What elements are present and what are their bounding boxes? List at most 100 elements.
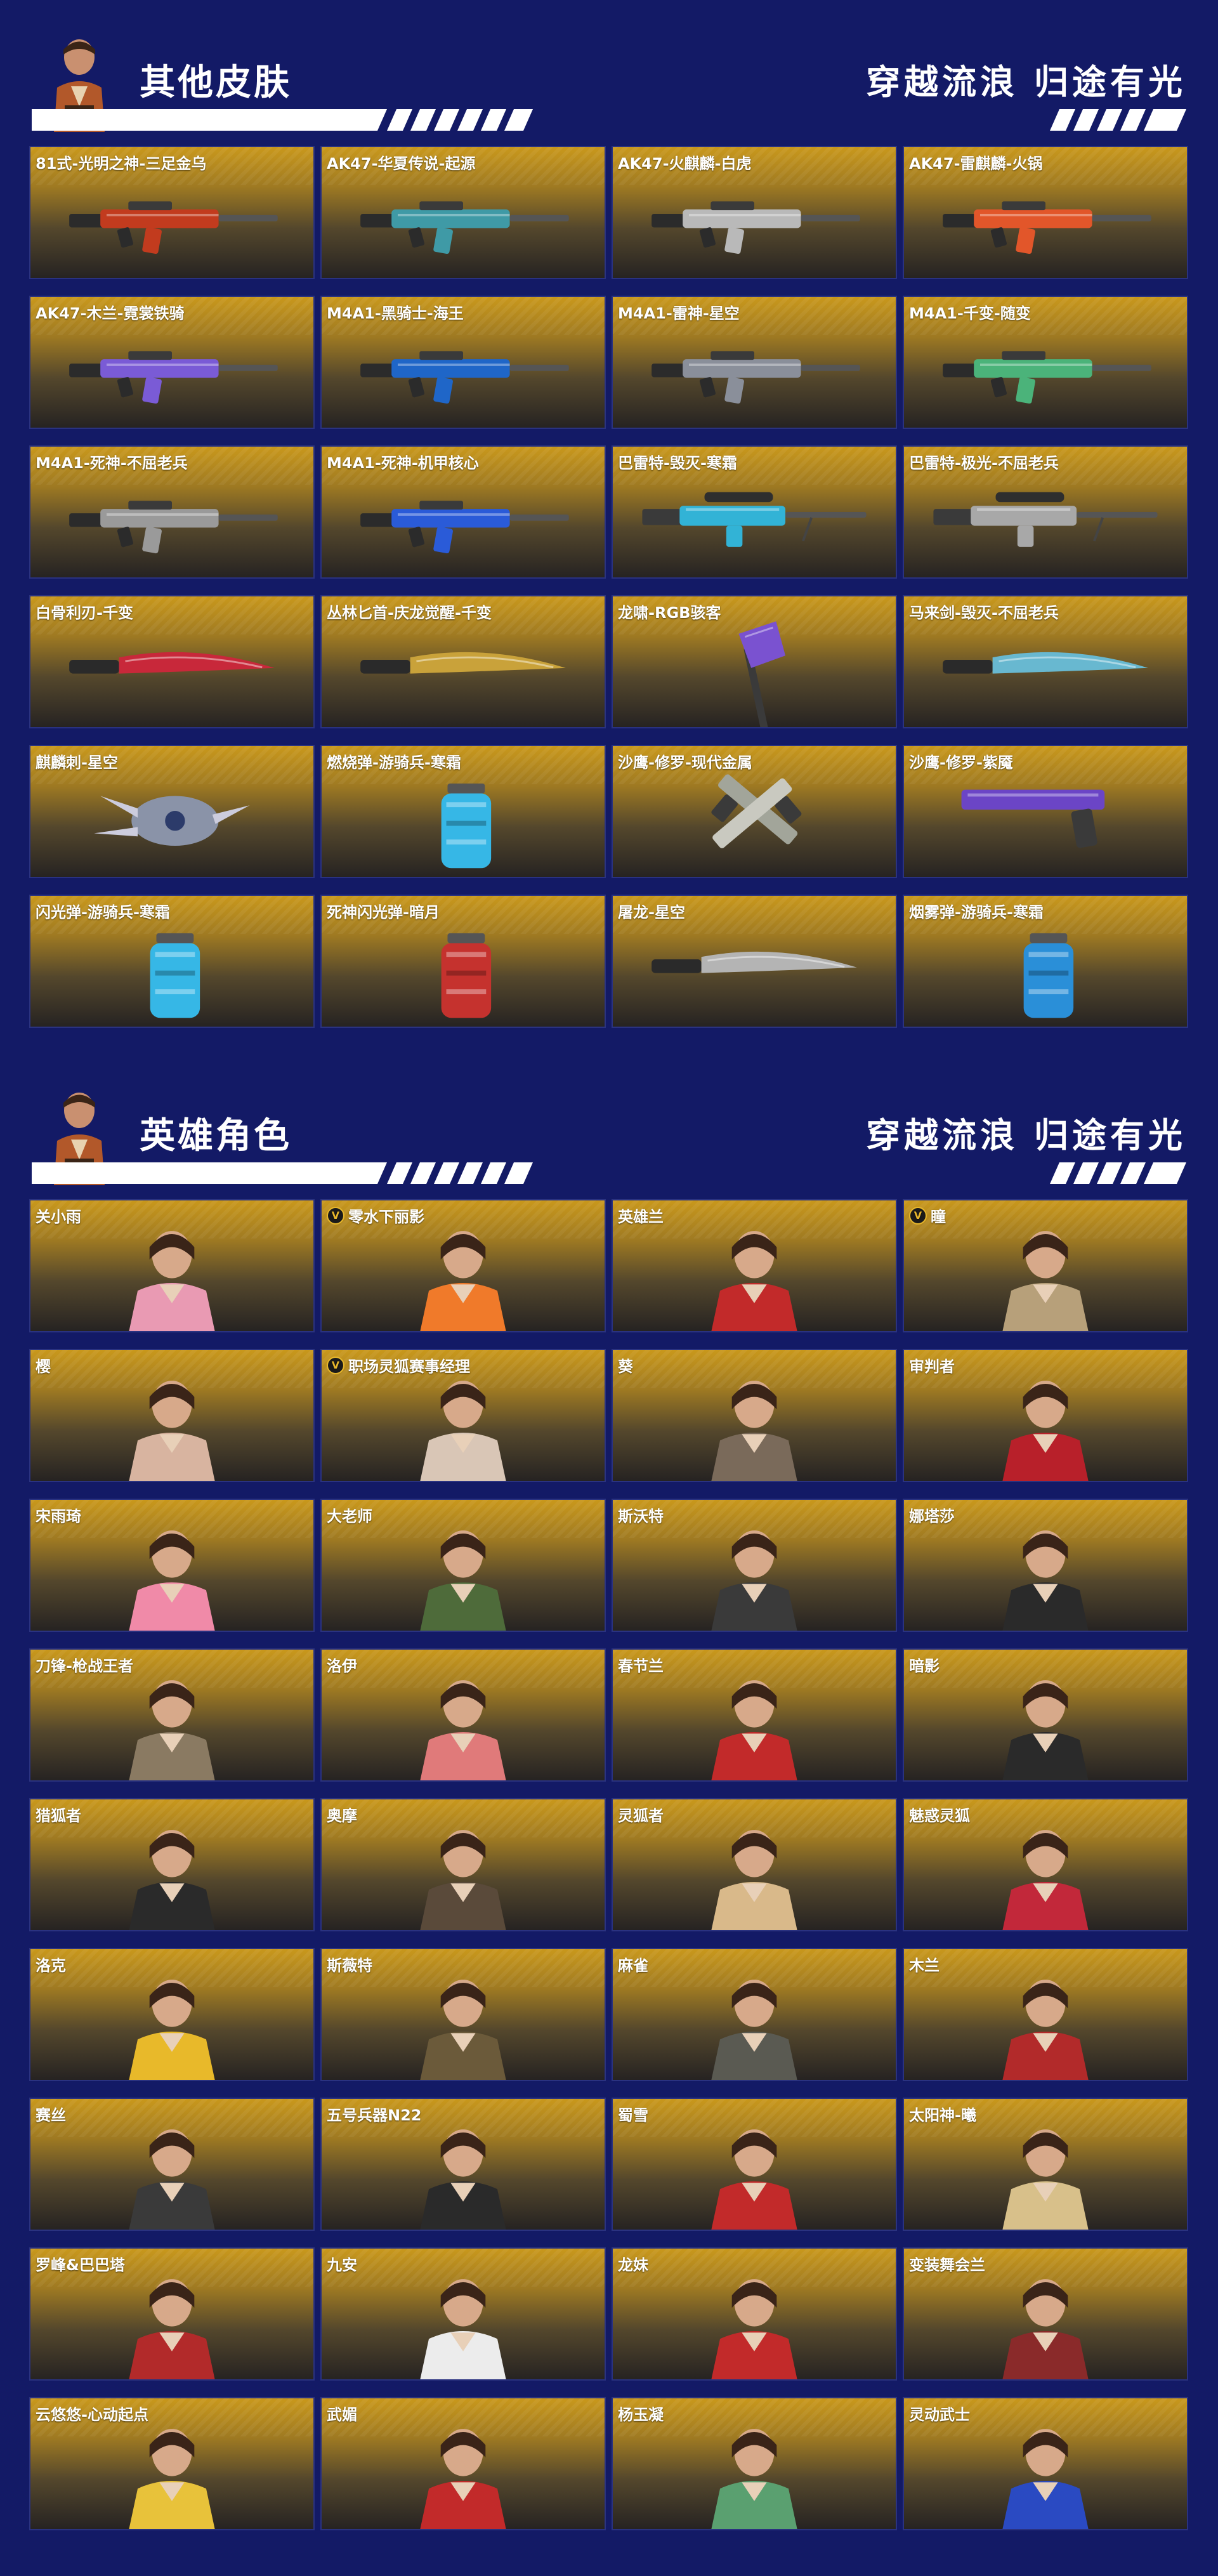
skin-card[interactable]: 麒麟刺-星空 <box>29 745 315 878</box>
skin-card[interactable]: 巴雷特-毁灭-寒霜 <box>612 445 897 579</box>
card-label-text: AK47-木兰-霓裳铁骑 <box>36 305 185 322</box>
card-label-text: AK47-火麒麟-白虎 <box>618 155 752 173</box>
character-art-character-icon <box>904 1650 1187 1780</box>
character-card[interactable]: 龙妹 <box>612 2247 897 2381</box>
character-card[interactable]: 灵动武士 <box>903 2397 1188 2530</box>
card-label-text: 沙鹰-修罗-现代金属 <box>618 754 752 772</box>
character-card[interactable]: 五号兵器N22 <box>320 2098 606 2231</box>
title-underbar <box>32 109 533 131</box>
card-label-text: 变装舞会兰 <box>909 2256 985 2274</box>
character-card[interactable]: 刀锋-枪战王者 <box>29 1648 315 1782</box>
character-card[interactable]: V 零水下丽影 <box>320 1199 606 1332</box>
character-art-character-icon <box>322 2398 605 2529</box>
card-label-text: 九安 <box>327 2256 357 2274</box>
character-card[interactable]: 暗影 <box>903 1648 1188 1782</box>
skin-card[interactable]: 屠龙-星空 <box>612 895 897 1028</box>
character-card[interactable]: 洛伊 <box>320 1648 606 1782</box>
card-label-text: 云悠悠-心动起点 <box>36 2406 148 2424</box>
character-card[interactable]: 斯薇特 <box>320 1948 606 2081</box>
character-card[interactable]: 葵 <box>612 1349 897 1482</box>
character-card[interactable]: 云悠悠-心动起点 <box>29 2397 315 2530</box>
skin-card[interactable]: AK47-华夏传说-起源 <box>320 146 606 279</box>
card-label: 武媚 <box>327 2402 357 2424</box>
skin-card[interactable]: AK47-雷麒麟-火锅 <box>903 146 1188 279</box>
skin-card[interactable]: M4A1-千变-随变 <box>903 296 1188 429</box>
section-header: 英雄角色 穿越流浪 归途有光 <box>0 1053 1218 1185</box>
character-card[interactable]: 武媚 <box>320 2397 606 2530</box>
card-label: 宋雨琦 <box>36 1504 81 1526</box>
skin-card[interactable]: M4A1-雷神-星空 <box>612 296 897 429</box>
card-label: 闪光弹-游骑兵-寒霜 <box>36 900 170 922</box>
skin-card[interactable]: 巴雷特-极光-不屈老兵 <box>903 445 1188 579</box>
skin-card[interactable]: 马来剑-毁灭-不屈老兵 <box>903 595 1188 728</box>
character-card[interactable]: 樱 <box>29 1349 315 1482</box>
skin-card[interactable]: AK47-火麒麟-白虎 <box>612 146 897 279</box>
card-label-text: 娜塔莎 <box>909 1508 955 1525</box>
card-label: 英雄兰 <box>618 1204 664 1226</box>
character-card[interactable]: 关小雨 <box>29 1199 315 1332</box>
card-label-text: AK47-雷麒麟-火锅 <box>909 155 1043 173</box>
character-card[interactable]: 罗峰&巴巴塔 <box>29 2247 315 2381</box>
section-slogan: 穿越流浪 归途有光 <box>866 62 1186 102</box>
character-card[interactable]: 灵狐者 <box>612 1798 897 1931</box>
character-card[interactable]: 蜀雪 <box>612 2098 897 2231</box>
character-art-character-icon <box>613 2099 896 2230</box>
card-label: 蜀雪 <box>618 2103 648 2125</box>
skin-card[interactable]: 沙鹰-修罗-紫魇 <box>903 745 1188 878</box>
card-label-text: 闪光弹-游骑兵-寒霜 <box>36 904 170 921</box>
card-label-text: 五号兵器N22 <box>327 2106 422 2124</box>
character-art-character-icon <box>30 1350 313 1481</box>
skin-card[interactable]: 81式-光明之神-三足金乌 <box>29 146 315 279</box>
character-card[interactable]: 太阳神-曦 <box>903 2098 1188 2231</box>
card-label: AK47-火麒麟-白虎 <box>618 151 752 173</box>
character-card[interactable]: 洛克 <box>29 1948 315 2081</box>
skin-card[interactable]: AK47-木兰-霓裳铁骑 <box>29 296 315 429</box>
card-label-text: 武媚 <box>327 2406 357 2424</box>
skin-card[interactable]: M4A1-死神-机甲核心 <box>320 445 606 579</box>
section-title: 其他皮肤 <box>140 62 292 103</box>
card-label-text: 蜀雪 <box>618 2106 648 2124</box>
character-card[interactable]: 宋雨琦 <box>29 1499 315 1632</box>
character-card[interactable]: 赛丝 <box>29 2098 315 2231</box>
skin-card[interactable]: M4A1-死神-不屈老兵 <box>29 445 315 579</box>
skin-card[interactable]: 死神闪光弹-暗月 <box>320 895 606 1028</box>
character-card[interactable]: V瞳 <box>903 1199 1188 1332</box>
card-label-text: 丛林匕首-庆龙觉醒-千变 <box>327 604 492 622</box>
card-label: V 零水下丽影 <box>327 1204 424 1226</box>
character-card[interactable]: 大老师 <box>320 1499 606 1632</box>
character-card[interactable]: 木兰 <box>903 1948 1188 2081</box>
card-label-text: 暗影 <box>909 1657 940 1675</box>
card-label-text: 烟雾弹-游骑兵-寒霜 <box>909 904 1044 921</box>
character-card[interactable]: 杨玉凝 <box>612 2397 897 2530</box>
character-card[interactable]: 审判者 <box>903 1349 1188 1482</box>
skin-card[interactable]: 闪光弹-游骑兵-寒霜 <box>29 895 315 1028</box>
skin-card[interactable]: 烟雾弹-游骑兵-寒霜 <box>903 895 1188 1028</box>
card-label: 屠龙-星空 <box>618 900 685 922</box>
card-label: 灵狐者 <box>618 1803 664 1825</box>
card-label: 娜塔莎 <box>909 1504 955 1526</box>
character-card[interactable]: 娜塔莎 <box>903 1499 1188 1632</box>
card-label: M4A1-死神-不屈老兵 <box>36 450 188 473</box>
card-label: 五号兵器N22 <box>327 2103 421 2125</box>
skin-card[interactable]: 燃烧弹-游骑兵-寒霜 <box>320 745 606 878</box>
card-label-text: M4A1-死神-机甲核心 <box>327 454 479 472</box>
skin-card[interactable]: 白骨利刃-千变 <box>29 595 315 728</box>
card-label: 马来剑-毁灭-不屈老兵 <box>909 600 1059 622</box>
character-card[interactable]: 猎狐者 <box>29 1798 315 1931</box>
skin-card[interactable]: 沙鹰-修罗-现代金属 <box>612 745 897 878</box>
skin-card[interactable]: 丛林匕首-庆龙觉醒-千变 <box>320 595 606 728</box>
skin-card[interactable]: M4A1-黑骑士-海王 <box>320 296 606 429</box>
card-label: 龙妹 <box>618 2252 648 2275</box>
character-card[interactable]: 斯沃特 <box>612 1499 897 1632</box>
character-card[interactable]: 魅惑灵狐 <box>903 1798 1188 1931</box>
character-card[interactable]: V 职场灵狐赛事经理 <box>320 1349 606 1482</box>
character-card[interactable]: 变装舞会兰 <box>903 2247 1188 2381</box>
character-card[interactable]: 九安 <box>320 2247 606 2381</box>
character-card[interactable]: 英雄兰 <box>612 1199 897 1332</box>
character-card[interactable]: 奥摩 <box>320 1798 606 1931</box>
slogan-stripes <box>1047 1162 1186 1184</box>
character-card[interactable]: 春节兰 <box>612 1648 897 1782</box>
character-card[interactable]: 麻雀 <box>612 1948 897 2081</box>
skin-card[interactable]: 龙啸-RGB骇客 <box>612 595 897 728</box>
card-label-text: 白骨利刃-千变 <box>36 604 133 622</box>
